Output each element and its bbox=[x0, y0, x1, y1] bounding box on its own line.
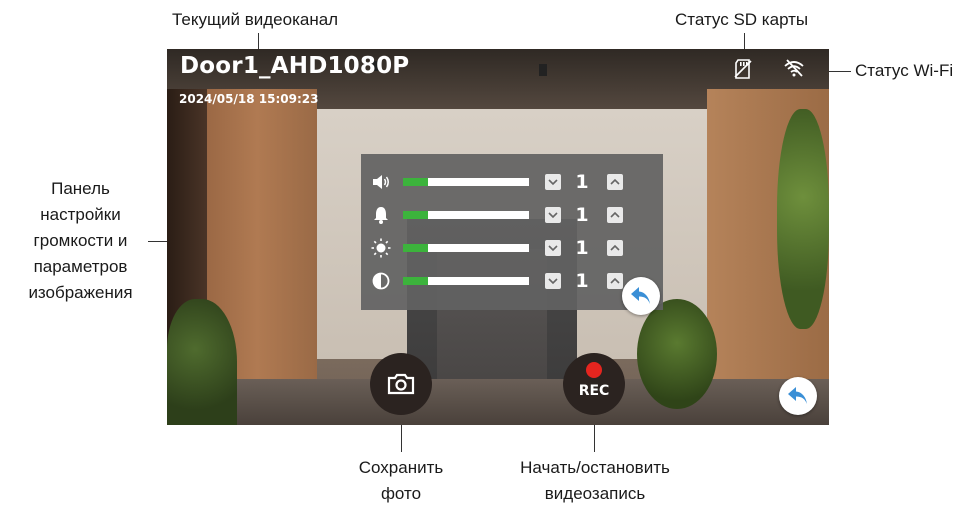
bell-icon bbox=[374, 207, 388, 224]
chevron-down-icon bbox=[548, 278, 558, 285]
record-dot-icon bbox=[586, 362, 602, 378]
record-label: REC bbox=[578, 383, 610, 399]
callout-start-stop-record: Начать/остановить видеозапись bbox=[500, 455, 690, 507]
callout-save-photo-line-1: Сохранить bbox=[358, 458, 444, 477]
sd-card-icon bbox=[734, 59, 752, 79]
bg-floor bbox=[167, 379, 829, 425]
callout-settings-line-5: изображения bbox=[28, 283, 133, 302]
volume-decrease-button[interactable] bbox=[545, 174, 561, 190]
chevron-up-icon bbox=[610, 244, 620, 251]
callout-save-photo-line-2: фото bbox=[380, 484, 422, 503]
record-button[interactable]: REC bbox=[563, 353, 625, 415]
volume-level-fill bbox=[403, 178, 429, 186]
callout-record-line-1: Начать/остановить bbox=[520, 458, 670, 477]
main-back-button[interactable] bbox=[779, 377, 817, 415]
brightness-row: 1 bbox=[361, 233, 663, 263]
chevron-down-icon bbox=[548, 212, 558, 219]
bg-ceiling-light bbox=[539, 64, 547, 76]
back-arrow-icon bbox=[788, 387, 807, 404]
brightness-increase-button[interactable] bbox=[607, 240, 623, 256]
contrast-level-fill bbox=[403, 277, 429, 285]
callout-save-photo: Сохранить фото bbox=[330, 455, 472, 507]
chevron-up-icon bbox=[610, 277, 620, 284]
callout-settings-line-1: Панель bbox=[51, 179, 110, 198]
bg-plant-left bbox=[167, 299, 237, 425]
ring-decrease-button[interactable] bbox=[545, 207, 561, 223]
brightness-icon bbox=[371, 238, 391, 258]
chevron-up-icon bbox=[610, 211, 620, 218]
callout-wifi-status: Статус Wi-Fi bbox=[855, 61, 954, 80]
contrast-icon bbox=[372, 272, 390, 290]
callout-current-channel: Текущий видеоканал bbox=[172, 10, 339, 29]
bg-plant-pot bbox=[637, 299, 717, 409]
ring-increase-button[interactable] bbox=[607, 207, 623, 223]
callout-settings-line-3: громкости и bbox=[33, 231, 128, 250]
chevron-up-icon bbox=[610, 178, 620, 185]
channel-name: Door1_AHD1080P bbox=[180, 53, 410, 79]
ring-level-fill bbox=[403, 211, 429, 219]
photo-button[interactable] bbox=[370, 353, 432, 415]
timestamp: 2024/05/18 15:09:23 bbox=[179, 92, 319, 106]
wifi-icon bbox=[784, 59, 804, 77]
speaker-icon bbox=[373, 175, 389, 189]
volume-level-bar[interactable] bbox=[403, 178, 529, 186]
contrast-row: 1 bbox=[361, 266, 663, 296]
callout-sd-status: Статус SD карты bbox=[675, 10, 809, 29]
brightness-decrease-button[interactable] bbox=[545, 240, 561, 256]
callout-settings-line-4: параметров bbox=[33, 257, 128, 276]
callout-settings-line-2: настройки bbox=[40, 205, 121, 224]
callout-record-leader bbox=[594, 424, 595, 452]
callout-save-photo-leader bbox=[401, 424, 402, 452]
ring-volume-row: 1 bbox=[361, 200, 663, 230]
volume-row: 1 bbox=[361, 167, 663, 197]
bg-plant-right bbox=[777, 109, 829, 329]
contrast-level-bar[interactable] bbox=[403, 277, 529, 285]
chevron-down-icon bbox=[548, 179, 558, 186]
volume-value: 1 bbox=[575, 171, 589, 193]
contrast-increase-button[interactable] bbox=[607, 273, 623, 289]
back-arrow-icon bbox=[631, 287, 650, 304]
contrast-value: 1 bbox=[575, 270, 589, 292]
brightness-level-fill bbox=[403, 244, 429, 252]
callout-settings-panel: Панель настройки громкости и параметров … bbox=[4, 176, 157, 306]
ring-level-bar[interactable] bbox=[403, 211, 529, 219]
chevron-down-icon bbox=[548, 245, 558, 252]
contrast-decrease-button[interactable] bbox=[545, 273, 561, 289]
volume-increase-button[interactable] bbox=[607, 174, 623, 190]
brightness-value: 1 bbox=[575, 237, 589, 259]
camera-icon bbox=[387, 373, 415, 395]
video-screen: Door1_AHD1080P 2024/05/18 15:09:23 1 1 1… bbox=[167, 49, 829, 425]
settings-back-button[interactable] bbox=[622, 277, 660, 315]
brightness-level-bar[interactable] bbox=[403, 244, 529, 252]
ring-value: 1 bbox=[575, 204, 589, 226]
settings-panel: 1 1 1 1 bbox=[361, 154, 663, 310]
callout-record-line-2: видеозапись bbox=[544, 484, 646, 503]
